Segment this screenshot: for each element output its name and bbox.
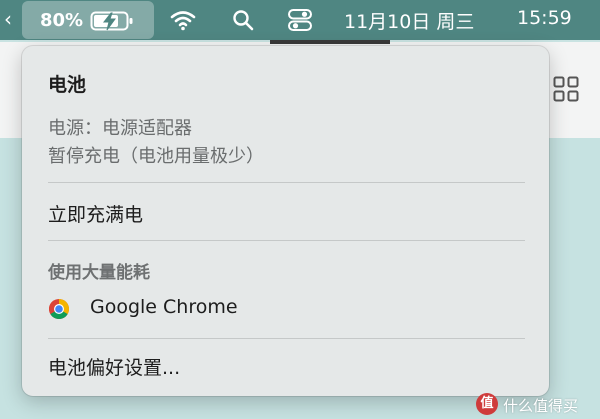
energy-app-item-chrome[interactable]: Google Chrome: [42, 292, 532, 326]
battery-menu-title: 电池: [48, 74, 87, 96]
watermark-text: 什么值得买: [503, 397, 579, 415]
watermark-logo: 值: [476, 393, 498, 415]
chevron-icon[interactable]: ‹: [4, 7, 12, 31]
wifi-icon[interactable]: [170, 9, 196, 31]
chrome-icon: [49, 299, 69, 319]
energy-app-name: Google Chrome: [90, 296, 238, 318]
battery-status-item[interactable]: 80%: [22, 1, 154, 39]
menu-divider: [48, 182, 525, 183]
control-center-icon[interactable]: [287, 8, 313, 32]
significant-energy-heading: 使用大量能耗: [48, 263, 150, 283]
battery-menu: 电池 电源：电源适配器 暂停充电（电池用量极少） 立即充满电 使用大量能耗 Go…: [22, 46, 549, 396]
menu-bar: ‹ 80% 11月10日 周三 15:59: [0, 0, 600, 40]
charging-status-label: 暂停充电（电池用量极少）: [48, 146, 264, 167]
menu-divider: [48, 338, 525, 339]
grid-view-icon[interactable]: [553, 76, 579, 102]
menu-divider: [48, 240, 525, 241]
battery-preferences-menu-item[interactable]: 电池偏好设置...: [48, 353, 180, 380]
search-icon[interactable]: [232, 9, 254, 31]
menubar-date[interactable]: 11月10日 周三: [344, 7, 474, 34]
charge-now-menu-item[interactable]: 立即充满电: [48, 200, 143, 227]
battery-percentage: 80%: [40, 10, 84, 31]
battery-charging-icon: [90, 11, 133, 31]
menubar-time[interactable]: 15:59: [517, 7, 572, 29]
power-source-label: 电源：电源适配器: [48, 118, 192, 139]
